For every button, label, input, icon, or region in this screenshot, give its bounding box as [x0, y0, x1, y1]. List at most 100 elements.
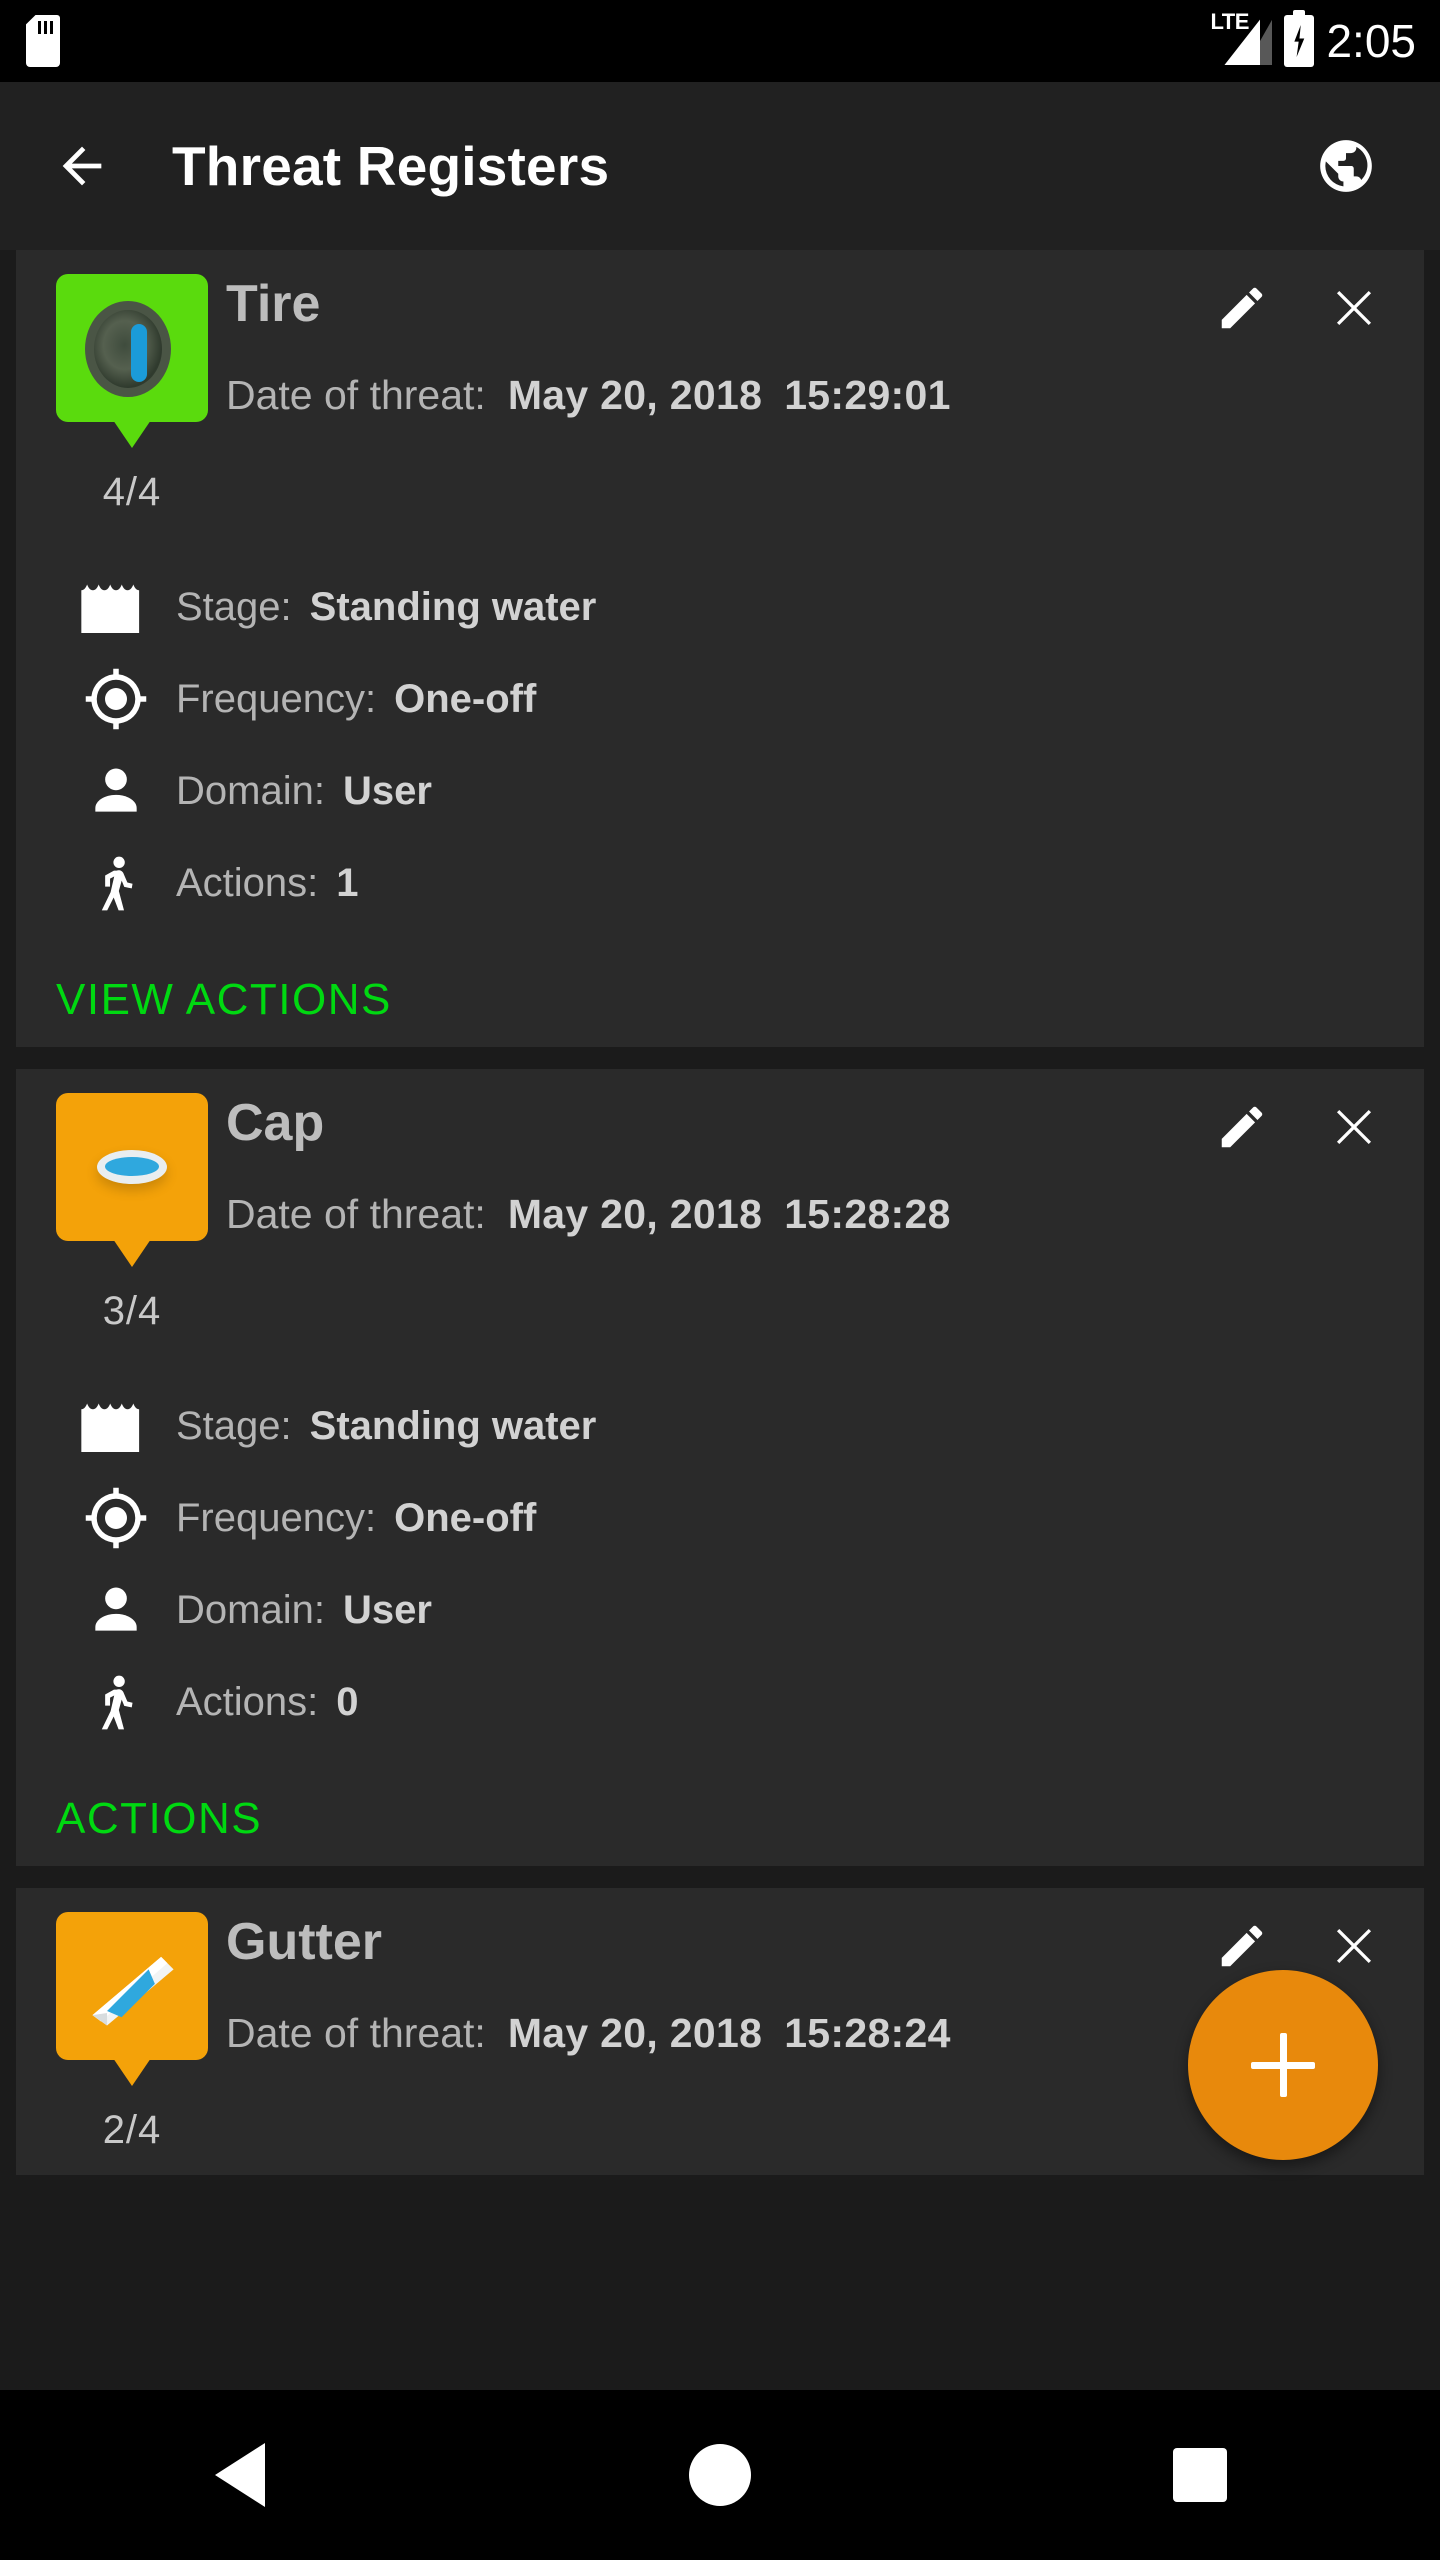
close-icon [1336, 1109, 1372, 1145]
detail-value: One-off [394, 1495, 537, 1540]
crosshair-icon [56, 666, 176, 732]
detail-label: Stage: [176, 1403, 292, 1448]
app-bar: Threat Registers [0, 82, 1440, 250]
card-action-icons [1212, 1097, 1384, 1157]
detail-label: Domain: [176, 1587, 325, 1632]
globe-button[interactable] [1298, 118, 1394, 214]
card-action-icons [1212, 278, 1384, 338]
person-icon [56, 1579, 176, 1641]
detail-label: Actions: [176, 860, 319, 905]
status-bar: LTE 2:05 [0, 0, 1440, 82]
pin-count-label: 2/4 [102, 2108, 162, 2152]
back-arrow-icon [62, 146, 102, 186]
close-icon [1336, 1928, 1372, 1964]
delete-button[interactable] [1324, 1916, 1384, 1976]
date-label: Date of threat: [226, 372, 486, 418]
delete-button[interactable] [1324, 278, 1384, 338]
person-icon [56, 760, 176, 822]
threat-register-list[interactable]: 4/4 Tire Date of threat: May 20, 2018 15… [0, 250, 1440, 2390]
time-value: 15:28:24 [784, 2010, 951, 2056]
detail-label: Stage: [176, 584, 292, 629]
detail-label: Actions: [176, 1679, 319, 1724]
pin-column: 3/4 [16, 1093, 226, 1334]
sd-card-icon [26, 15, 60, 67]
detail-value: User [342, 768, 432, 813]
pin-count-label: 3/4 [102, 1289, 162, 1333]
detail-row: Domain: User [56, 745, 1424, 837]
date-value: May 20, 2018 [507, 372, 763, 418]
pencil-icon [1221, 287, 1263, 329]
nav-recents-icon [1173, 2448, 1227, 2502]
detail-value: One-off [394, 676, 537, 721]
map-pin-badge [56, 1912, 208, 2060]
gutter-icon [80, 1934, 184, 2038]
detail-value: User [342, 1587, 432, 1632]
page-title: Threat Registers [172, 135, 610, 197]
card-action-icons [1212, 1916, 1384, 1976]
time-value: 15:29:01 [784, 372, 951, 418]
view-actions-button[interactable]: ACTIONS [16, 1794, 262, 1844]
nav-recents-button[interactable] [1125, 2400, 1275, 2550]
delete-button[interactable] [1324, 1097, 1384, 1157]
detail-row: Stage: Standing water [56, 1380, 1424, 1472]
back-button[interactable] [34, 118, 130, 214]
tire-icon [85, 301, 179, 397]
pencil-icon [1221, 1925, 1263, 1967]
map-pin-badge [56, 274, 208, 422]
detail-value: 0 [336, 1679, 359, 1724]
nav-back-icon [215, 2443, 265, 2507]
detail-label: Domain: [176, 768, 325, 813]
battery-charging-icon [1284, 10, 1315, 67]
date-label: Date of threat: [226, 2010, 486, 2056]
date-row: Date of threat: May 20, 2018 15:29:01 [226, 372, 1424, 419]
pin-column: 2/4 [16, 1912, 226, 2153]
nav-home-icon [689, 2444, 751, 2506]
walking-person-icon [56, 1669, 176, 1735]
edit-button[interactable] [1212, 1097, 1272, 1157]
plus-icon [1251, 2033, 1315, 2097]
status-bar-left [26, 15, 60, 67]
pin-count-label: 4/4 [102, 470, 162, 514]
nav-home-button[interactable] [645, 2400, 795, 2550]
detail-value: 1 [336, 860, 359, 905]
close-icon [1336, 290, 1372, 326]
pencil-icon [1221, 1106, 1263, 1148]
detail-label: Frequency: [176, 1495, 377, 1540]
detail-row: Domain: User [56, 1564, 1424, 1656]
detail-list: Stage: Standing water Frequency: One-off [16, 1380, 1424, 1748]
clock-time: 2:05 [1326, 15, 1416, 67]
edit-button[interactable] [1212, 1916, 1272, 1976]
map-pin-badge [56, 1093, 208, 1241]
system-navigation-bar [0, 2390, 1440, 2560]
detail-row: Stage: Standing water [56, 561, 1424, 653]
walking-person-icon [56, 850, 176, 916]
bottle-cap-icon [85, 1120, 179, 1214]
standing-water-icon [56, 1400, 176, 1452]
detail-row: Frequency: One-off [56, 653, 1424, 745]
edit-button[interactable] [1212, 278, 1272, 338]
date-value: May 20, 2018 [507, 2010, 763, 2056]
date-value: May 20, 2018 [507, 1191, 763, 1237]
card-header: 4/4 Tire Date of threat: May 20, 2018 15… [16, 250, 1424, 515]
status-bar-right: LTE 2:05 [1210, 10, 1416, 69]
detail-row: Actions: 0 [56, 1656, 1424, 1748]
detail-list: Stage: Standing water Frequency: One-off [16, 561, 1424, 929]
pin-column: 4/4 [16, 274, 226, 515]
detail-value: Standing water [309, 1403, 597, 1448]
date-label: Date of threat: [226, 1191, 486, 1237]
detail-value: Standing water [309, 584, 597, 629]
crosshair-icon [56, 1485, 176, 1551]
date-row: Date of threat: May 20, 2018 15:28:28 [226, 1191, 1424, 1238]
nav-back-button[interactable] [165, 2400, 315, 2550]
signal-bars-icon: LTE [1210, 11, 1273, 69]
detail-row: Actions: 1 [56, 837, 1424, 929]
detail-row: Frequency: One-off [56, 1472, 1424, 1564]
globe-icon [1320, 140, 1372, 192]
standing-water-icon [56, 581, 176, 633]
detail-label: Frequency: [176, 676, 377, 721]
add-threat-fab[interactable] [1188, 1970, 1378, 2160]
threat-card[interactable]: 4/4 Tire Date of threat: May 20, 2018 15… [16, 250, 1424, 1047]
time-value: 15:28:28 [784, 1191, 951, 1237]
threat-card[interactable]: 3/4 Cap Date of threat: May 20, 2018 15:… [16, 1069, 1424, 1866]
view-actions-button[interactable]: VIEW ACTIONS [16, 975, 392, 1025]
